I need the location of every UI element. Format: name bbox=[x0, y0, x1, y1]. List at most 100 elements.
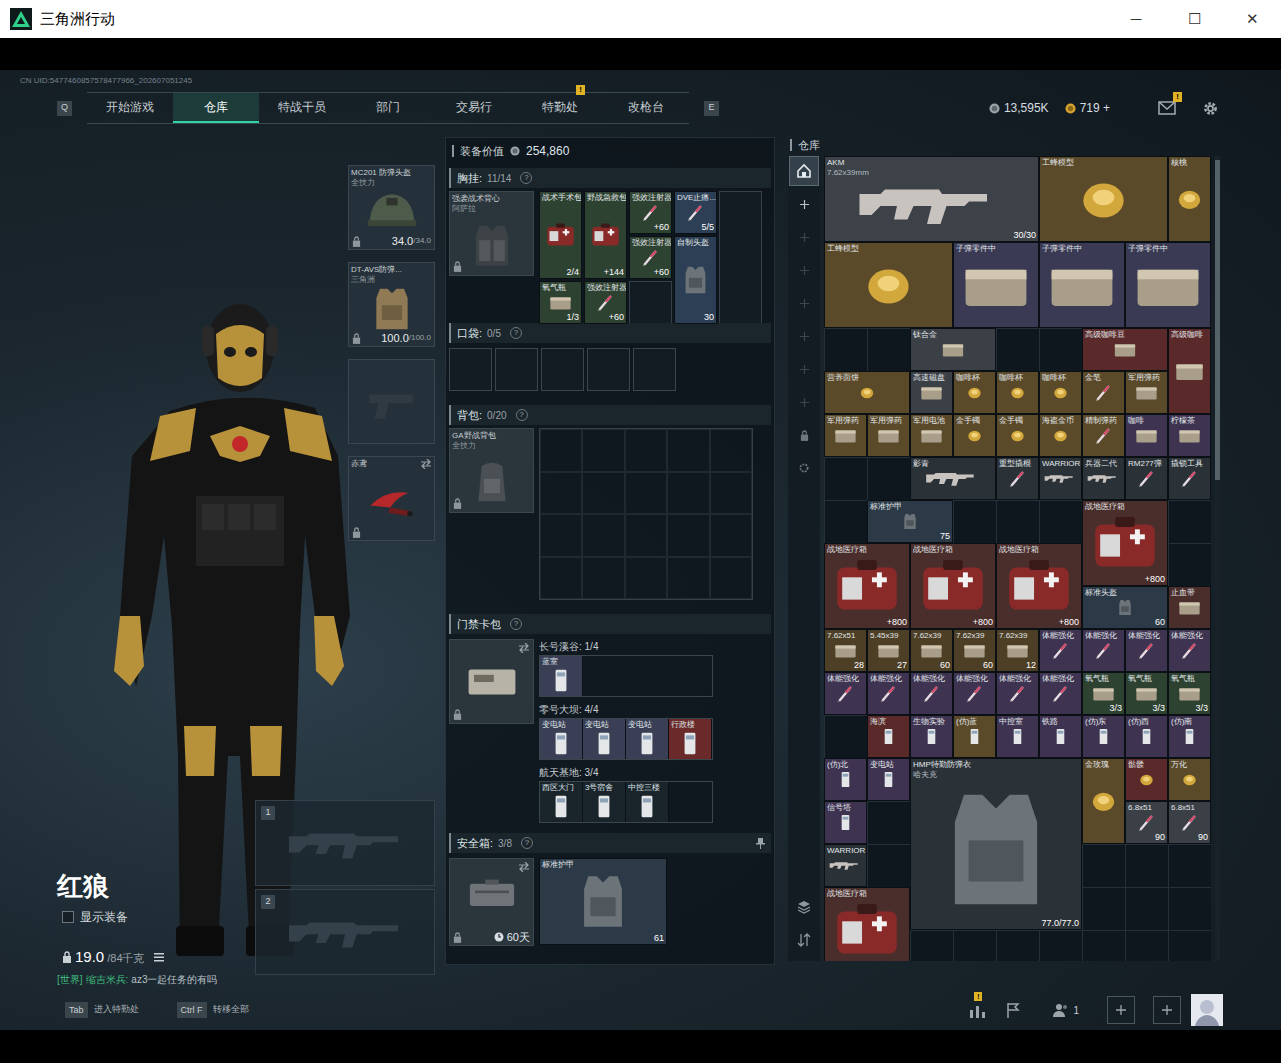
weapon-slot[interactable]: 2 bbox=[255, 889, 435, 975]
pin-icon[interactable] bbox=[756, 838, 765, 849]
help-button[interactable]: ? bbox=[516, 409, 528, 421]
equipment-slot[interactable] bbox=[348, 359, 435, 444]
safe-box-item-slot[interactable]: 标准护甲61 bbox=[539, 858, 667, 945]
warehouse-item[interactable]: 军用电池 bbox=[910, 414, 953, 457]
keycard[interactable]: 变电站 bbox=[540, 719, 583, 759]
nav-tab[interactable]: 部门 bbox=[345, 93, 431, 123]
warehouse-item[interactable]: 氧气瓶3/3 bbox=[1168, 672, 1211, 715]
warehouse-item[interactable]: 咖啡杯 bbox=[953, 371, 996, 414]
warehouse-item[interactable]: 生物实验 bbox=[910, 715, 953, 758]
warehouse-item[interactable]: 营养面饼 bbox=[824, 371, 910, 414]
keycard[interactable]: 3号宿舍 bbox=[583, 782, 626, 822]
backpack-slot[interactable] bbox=[540, 472, 582, 515]
pocket-slot[interactable] bbox=[495, 348, 538, 391]
warehouse-item[interactable]: (仿)北 bbox=[824, 758, 867, 801]
warehouse-item[interactable]: 铁路 bbox=[1039, 715, 1082, 758]
rig-item[interactable]: DVE止痛...5/5 bbox=[674, 191, 717, 234]
keycard[interactable]: 变电站 bbox=[583, 719, 626, 759]
window-control-button[interactable]: ☐ bbox=[1165, 0, 1223, 38]
warehouse-item[interactable]: 战地医疗箱+800 bbox=[910, 543, 996, 629]
warehouse-item[interactable]: 高级咖啡 bbox=[1168, 328, 1211, 414]
warehouse-tab-plus-icon[interactable] bbox=[789, 189, 819, 219]
player-avatar-icon[interactable] bbox=[1191, 994, 1223, 1026]
rig-item[interactable]: 野战急救包+144 bbox=[584, 191, 627, 279]
keycard-case-item[interactable] bbox=[449, 639, 534, 724]
warehouse-item[interactable]: (仿)西 bbox=[1125, 715, 1168, 758]
stats-button[interactable]: ! bbox=[969, 1002, 987, 1018]
warehouse-item[interactable]: 金手镯 bbox=[953, 414, 996, 457]
pocket-slot[interactable] bbox=[587, 348, 630, 391]
warehouse-item[interactable]: 军用弹药 bbox=[1125, 371, 1168, 414]
warehouse-item[interactable]: 战地医疗箱+800 bbox=[824, 543, 910, 629]
warehouse-item[interactable]: 战地医疗箱+800 bbox=[1082, 500, 1168, 586]
warehouse-item[interactable]: 高速磁盘 bbox=[910, 371, 953, 414]
warehouse-item[interactable]: 氧气瓶3/3 bbox=[1125, 672, 1168, 715]
warehouse-item[interactable]: 体能强化 bbox=[1168, 629, 1211, 672]
warehouse-item[interactable]: 止血带 bbox=[1168, 586, 1211, 629]
warehouse-scrollbar[interactable] bbox=[1215, 156, 1220, 961]
warehouse-item[interactable]: 标准护甲75 bbox=[867, 500, 953, 543]
warehouse-item[interactable]: 体能强化 bbox=[867, 672, 910, 715]
sort-icon[interactable] bbox=[789, 925, 819, 955]
warehouse-item[interactable]: 变电站 bbox=[867, 758, 910, 801]
backpack-item[interactable]: GA野战背包 全技力 bbox=[449, 428, 534, 513]
warehouse-item[interactable]: 体能强化 bbox=[824, 672, 867, 715]
keycard[interactable]: 行政楼 bbox=[669, 719, 712, 759]
warehouse-item[interactable]: (仿)东 bbox=[1082, 715, 1125, 758]
warehouse-item[interactable]: 咖啡杯 bbox=[1039, 371, 1082, 414]
prev-tab-key[interactable]: Q bbox=[57, 101, 72, 116]
backpack-slot[interactable] bbox=[625, 429, 667, 472]
warehouse-item[interactable]: (仿)蓝 bbox=[953, 715, 996, 758]
warehouse-item[interactable]: RM277弹 bbox=[1125, 457, 1168, 500]
layers-icon[interactable] bbox=[789, 892, 819, 922]
warehouse-item[interactable]: 钛合金 bbox=[910, 328, 996, 371]
warehouse-item[interactable]: 军用弹药 bbox=[867, 414, 910, 457]
help-button[interactable]: ? bbox=[510, 327, 522, 339]
warehouse-item[interactable]: (仿)南 bbox=[1168, 715, 1211, 758]
warehouse-item[interactable]: 体能强化 bbox=[953, 672, 996, 715]
warehouse-item[interactable]: 重型撬棍 bbox=[996, 457, 1039, 500]
warehouse-item[interactable]: 工蜂模型 bbox=[1039, 156, 1168, 242]
backpack-slot[interactable] bbox=[582, 514, 624, 557]
warehouse-tab-house-icon[interactable] bbox=[789, 156, 819, 186]
backpack-slot[interactable] bbox=[582, 429, 624, 472]
key-hint[interactable]: Tab进入特勤处 bbox=[65, 1002, 139, 1018]
next-tab-key[interactable]: E bbox=[704, 101, 719, 116]
backpack-slot[interactable] bbox=[625, 557, 667, 600]
warehouse-item[interactable]: 中控室 bbox=[996, 715, 1039, 758]
warehouse-item[interactable]: 海滨 bbox=[867, 715, 910, 758]
key-hint[interactable]: Ctrl F转移全部 bbox=[177, 1002, 249, 1018]
warehouse-item[interactable]: 氧气瓶3/3 bbox=[1082, 672, 1125, 715]
warehouse-item[interactable]: 咖啡杯 bbox=[996, 371, 1039, 414]
warehouse-item[interactable]: 骷髅 bbox=[1125, 758, 1168, 801]
warehouse-item[interactable]: 战地医疗箱 bbox=[824, 887, 910, 961]
friends-button[interactable]: 1 bbox=[1053, 1003, 1079, 1018]
nav-tab[interactable]: 特勤处! bbox=[517, 93, 603, 123]
warehouse-item[interactable]: 金手镯 bbox=[996, 414, 1039, 457]
backpack-slot[interactable] bbox=[540, 514, 582, 557]
warehouse-item[interactable]: 柠檬茶 bbox=[1168, 414, 1211, 457]
backpack-slot[interactable] bbox=[540, 429, 582, 472]
warehouse-item[interactable]: 7.62x5128 bbox=[824, 629, 867, 672]
details-list-icon[interactable] bbox=[154, 953, 164, 962]
nav-tab[interactable]: 仓库 bbox=[173, 93, 259, 123]
pocket-slot[interactable] bbox=[633, 348, 676, 391]
backpack-slot[interactable] bbox=[667, 472, 709, 515]
mail-button[interactable]: ! bbox=[1158, 101, 1176, 115]
help-button[interactable]: ? bbox=[510, 618, 522, 630]
pocket-slot[interactable] bbox=[541, 348, 584, 391]
warehouse-item[interactable]: WARRIOR bbox=[824, 844, 867, 887]
show-equipment-toggle[interactable]: 显示装备 bbox=[57, 910, 255, 924]
swap-icon[interactable] bbox=[518, 643, 530, 653]
keycard[interactable]: 西区大门 bbox=[540, 782, 583, 822]
help-button[interactable]: ? bbox=[520, 172, 532, 184]
help-button[interactable]: ? bbox=[521, 837, 533, 849]
rig-item[interactable]: 氧气瓶1/3 bbox=[539, 281, 582, 324]
add-friend-plus-icon[interactable] bbox=[1107, 996, 1135, 1024]
settings-gear-icon[interactable] bbox=[1202, 100, 1219, 117]
keycard[interactable]: 中控三楼 bbox=[626, 782, 669, 822]
backpack-slot[interactable] bbox=[667, 514, 709, 557]
backpack-slot[interactable] bbox=[582, 472, 624, 515]
empty-slot[interactable] bbox=[719, 191, 762, 324]
keycard[interactable]: 蓝室 bbox=[540, 656, 583, 696]
